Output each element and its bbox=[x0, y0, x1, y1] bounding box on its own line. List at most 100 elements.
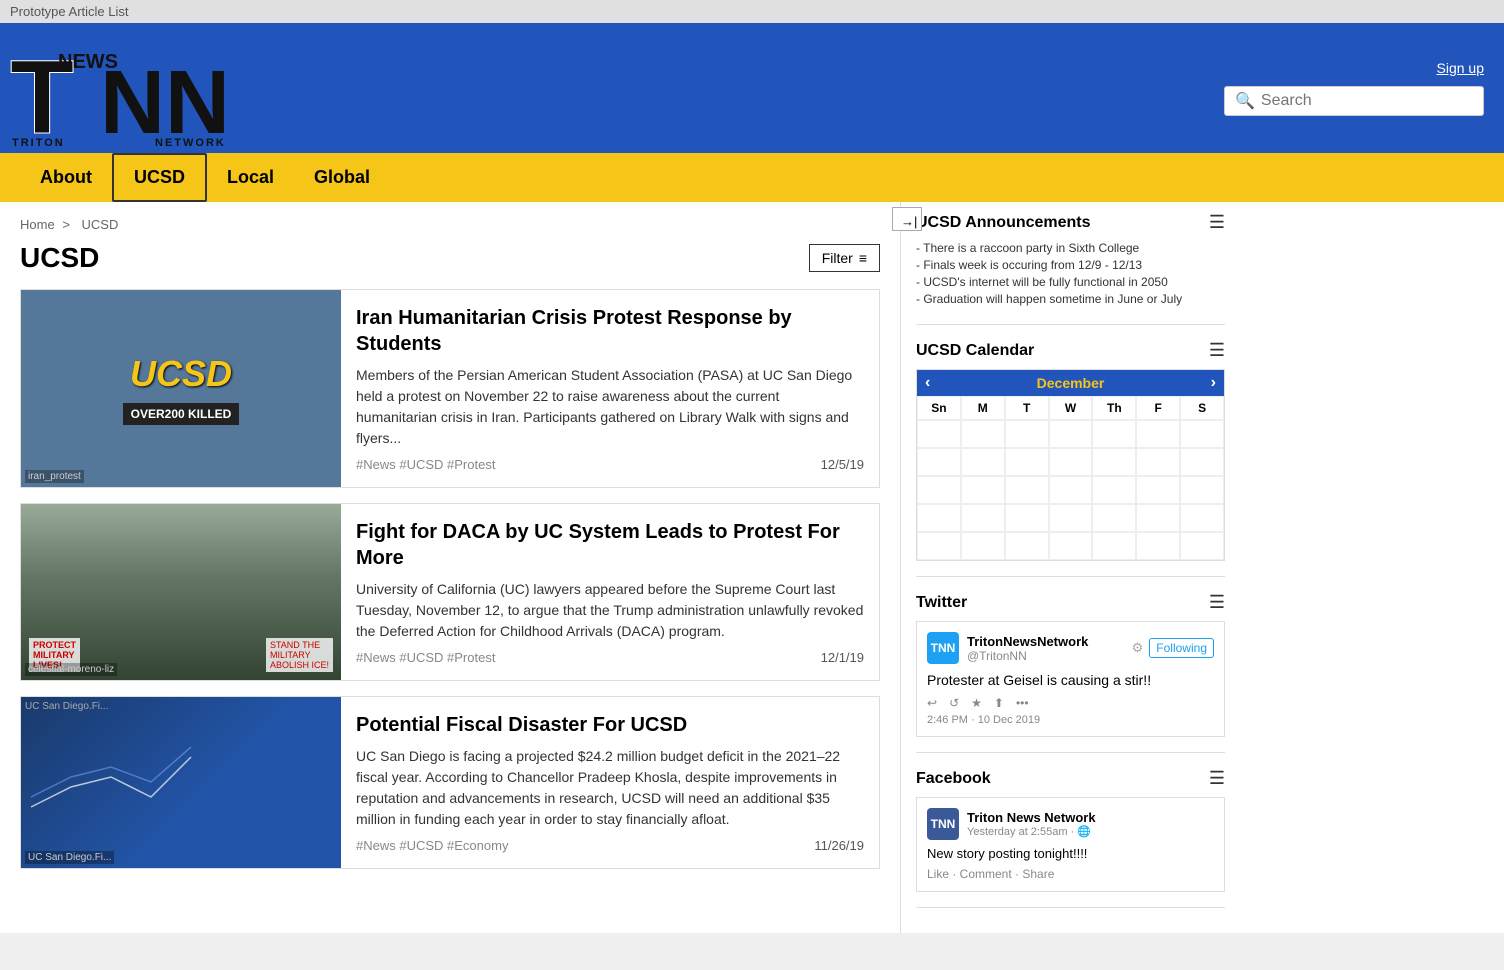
article-footer: #News #UCSD #Protest 12/1/19 bbox=[356, 650, 864, 665]
calendar-day-label: W bbox=[1049, 396, 1093, 420]
facebook-card-header: TNN Triton News Network Yesterday at 2:5… bbox=[927, 808, 1214, 840]
article-tags[interactable]: #News #UCSD #Economy bbox=[356, 838, 508, 853]
logo-wrapper: T NN NEWS TRITON NETWORK bbox=[10, 38, 270, 138]
search-icon: 🔍 bbox=[1235, 91, 1255, 111]
article-tags[interactable]: #News #UCSD #Protest bbox=[356, 457, 495, 472]
article-footer: #News #UCSD #Protest 12/5/19 bbox=[356, 457, 864, 472]
article-body: Potential Fiscal Disaster For UCSD UC Sa… bbox=[341, 697, 879, 868]
nav-item-global[interactable]: Global bbox=[294, 155, 390, 200]
header-right: Sign up 🔍 bbox=[1224, 60, 1484, 116]
article-tags[interactable]: #News #UCSD #Protest bbox=[356, 650, 495, 665]
logo: T NN NEWS TRITON NETWORK bbox=[10, 38, 270, 138]
facebook-meta: Yesterday at 2:55am · 🌐 bbox=[967, 825, 1096, 838]
header: T NN NEWS TRITON NETWORK Sign up 🔍 bbox=[0, 23, 1504, 153]
twitter-share-icon[interactable]: ⬆ bbox=[994, 696, 1004, 710]
facebook-name: Triton News Network bbox=[967, 810, 1096, 825]
twitter-retweet-icon[interactable]: ↺ bbox=[949, 696, 959, 710]
calendar-cell bbox=[1180, 504, 1224, 532]
signup-link[interactable]: Sign up bbox=[1437, 60, 1484, 76]
article-footer: #News #UCSD #Economy 11/26/19 bbox=[356, 838, 864, 853]
collapse-icon: →| bbox=[901, 214, 917, 229]
article-card[interactable]: UC San Diego.Fi... UC San Diego.Fi... Po… bbox=[20, 696, 880, 869]
calendar-day-label: Sn bbox=[917, 396, 961, 420]
announcement-item: - UCSD's internet will be fully function… bbox=[916, 275, 1225, 289]
article-excerpt: Members of the Persian American Student … bbox=[356, 365, 864, 449]
article-date: 12/1/19 bbox=[821, 650, 864, 665]
calendar-cell bbox=[1049, 476, 1093, 504]
twitter-card: TNN TritonNewsNetwork @TritonNN ⚙ Follow… bbox=[916, 621, 1225, 737]
svg-text:NN: NN bbox=[100, 53, 230, 148]
calendar-cell bbox=[917, 476, 961, 504]
calendar-cell bbox=[1180, 420, 1224, 448]
twitter-settings-icon[interactable]: ⚙ bbox=[1132, 640, 1144, 656]
calendar-month-header: ‹ December › bbox=[917, 370, 1224, 396]
right-sidebar: UCSD Announcements ☰ - There is a raccoo… bbox=[900, 202, 1240, 933]
article-card[interactable]: UCSD OVER200 KILLED iran_protest Iran Hu… bbox=[20, 289, 880, 488]
calendar-cell bbox=[1049, 504, 1093, 532]
nav-item-local[interactable]: Local bbox=[207, 155, 294, 200]
calendar-cell bbox=[1180, 448, 1224, 476]
filter-icon: ≡ bbox=[859, 250, 867, 266]
articles-container: UCSD OVER200 KILLED iran_protest Iran Hu… bbox=[20, 289, 880, 869]
announcements-menu-icon[interactable]: ☰ bbox=[1209, 212, 1225, 233]
article-title[interactable]: Iran Humanitarian Crisis Protest Respons… bbox=[356, 305, 864, 357]
facebook-actions[interactable]: Like · Comment · Share bbox=[927, 867, 1214, 881]
nav-item-ucsd[interactable]: UCSD bbox=[112, 153, 207, 202]
twitter-menu-icon[interactable]: ☰ bbox=[1209, 592, 1225, 613]
search-box[interactable]: 🔍 bbox=[1224, 86, 1484, 116]
calendar-cell bbox=[1092, 504, 1136, 532]
calendar-menu-icon[interactable]: ☰ bbox=[1209, 340, 1225, 361]
calendar-day-label: S bbox=[1180, 396, 1224, 420]
twitter-reply-icon[interactable]: ↩ bbox=[927, 696, 937, 710]
filter-button[interactable]: Filter ≡ bbox=[809, 244, 880, 272]
title-bar: Prototype Article List bbox=[0, 0, 1504, 23]
facebook-menu-icon[interactable]: ☰ bbox=[1209, 768, 1225, 789]
svg-text:NEWS: NEWS bbox=[58, 51, 118, 73]
content-area: Home > UCSD UCSD Filter ≡ UCSD OVER200 K… bbox=[0, 202, 900, 933]
twitter-handle: @TritonNN bbox=[967, 649, 1088, 663]
twitter-card-header: TNN TritonNewsNetwork @TritonNN ⚙ Follow… bbox=[927, 632, 1214, 664]
facebook-avatar: TNN bbox=[927, 808, 959, 840]
twitter-section: Twitter ☰ TNN TritonNewsNetwork @TritonN… bbox=[916, 592, 1225, 753]
calendar-cell bbox=[1005, 448, 1049, 476]
calendar-cell bbox=[961, 504, 1005, 532]
twitter-like-icon[interactable]: ★ bbox=[971, 696, 982, 710]
nav-item-about[interactable]: About bbox=[20, 155, 112, 200]
calendar-cell bbox=[1092, 532, 1136, 560]
article-title[interactable]: Potential Fiscal Disaster For UCSD bbox=[356, 712, 864, 738]
svg-text:TRITON: TRITON bbox=[12, 137, 65, 148]
article-title[interactable]: Fight for DACA by UC System Leads to Pro… bbox=[356, 519, 864, 571]
twitter-actions: ↩ ↺ ★ ⬆ ••• bbox=[927, 696, 1214, 710]
calendar-cell bbox=[917, 448, 961, 476]
breadcrumb-home[interactable]: Home bbox=[20, 217, 55, 232]
calendar-month-label: December bbox=[1037, 375, 1105, 391]
calendar-day-label: F bbox=[1136, 396, 1180, 420]
breadcrumb: Home > UCSD bbox=[20, 217, 880, 232]
twitter-following-btn[interactable]: Following bbox=[1149, 638, 1214, 658]
calendar-cell bbox=[1049, 532, 1093, 560]
announcement-item: - Finals week is occuring from 12/9 - 12… bbox=[916, 258, 1225, 272]
twitter-timestamp: 2:46 PM · 10 Dec 2019 bbox=[927, 714, 1214, 726]
calendar-header: UCSD Calendar ☰ bbox=[916, 340, 1225, 361]
calendar-cell bbox=[1005, 532, 1049, 560]
twitter-more-icon[interactable]: ••• bbox=[1016, 696, 1029, 710]
calendar-day-label: T bbox=[1005, 396, 1049, 420]
calendar-cell bbox=[1136, 476, 1180, 504]
calendar-cell bbox=[961, 448, 1005, 476]
svg-text:NETWORK: NETWORK bbox=[155, 137, 226, 148]
calendar-next[interactable]: › bbox=[1211, 374, 1216, 392]
facebook-identity: Triton News Network Yesterday at 2:55am … bbox=[967, 810, 1096, 838]
filter-label: Filter bbox=[822, 250, 853, 266]
article-card[interactable]: PROTECTMILITARYLIVES! STAND THEMILITARYA… bbox=[20, 503, 880, 681]
calendar-prev[interactable]: ‹ bbox=[925, 374, 930, 392]
calendar-cell bbox=[1180, 476, 1224, 504]
announcements-header: UCSD Announcements ☰ bbox=[916, 212, 1225, 233]
article-image-label: celestial-moreno-liz bbox=[25, 663, 117, 676]
sidebar-collapse-button[interactable]: →| bbox=[892, 207, 922, 231]
breadcrumb-current: UCSD bbox=[82, 217, 119, 232]
search-input[interactable] bbox=[1261, 92, 1473, 110]
announcement-item: - Graduation will happen sometime in Jun… bbox=[916, 292, 1225, 306]
article-image: PROTECTMILITARYLIVES! STAND THEMILITARYA… bbox=[21, 504, 341, 680]
facebook-avatar-text: TNN bbox=[931, 817, 956, 831]
calendar-days-header: SnMTWThFS bbox=[917, 396, 1224, 420]
